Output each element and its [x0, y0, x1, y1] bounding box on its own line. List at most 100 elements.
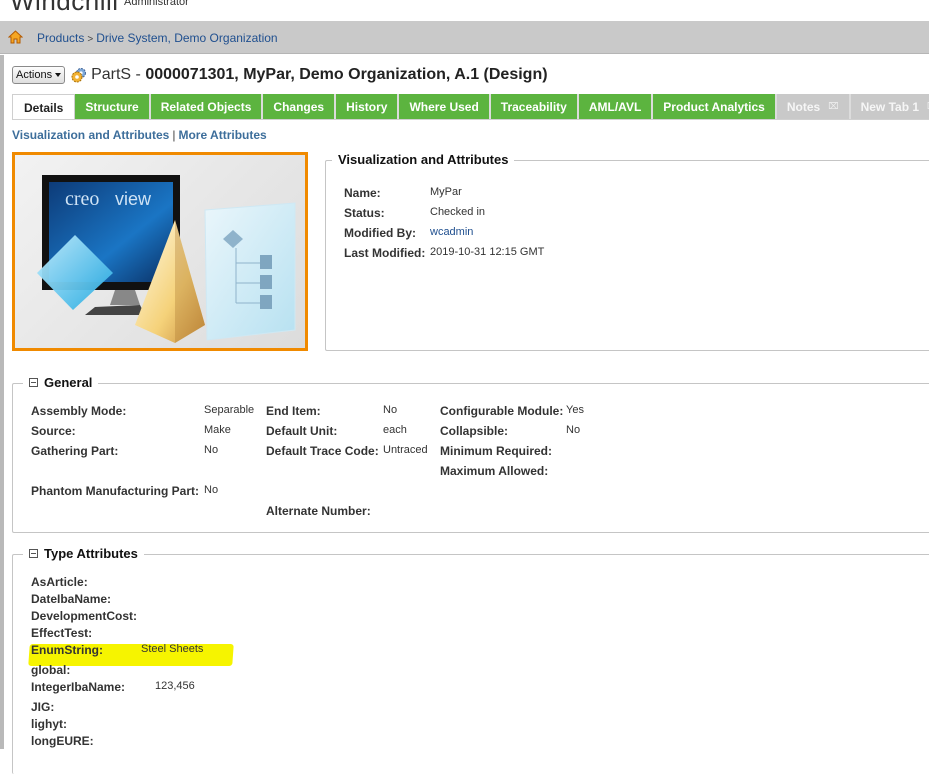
field-label: JIG:: [31, 700, 55, 714]
actions-menu-button[interactable]: Actions: [12, 66, 66, 84]
field-value: Make: [204, 424, 231, 436]
tab-label: Details: [24, 100, 64, 115]
page-title-row: Actions PartS - 0000071301, MyPar, Demo …: [12, 65, 548, 85]
field-label: Collapsible:: [440, 424, 509, 438]
caret-down-icon: [55, 73, 62, 77]
field-label: longEURE:: [31, 734, 94, 748]
field-value: No: [383, 404, 398, 416]
tab-label: Where Used: [409, 99, 479, 114]
tab-label: History: [346, 99, 388, 114]
field-value: No: [566, 424, 581, 436]
field-label: Last Modified:: [344, 246, 426, 260]
breadcrumb-separator: >: [87, 34, 94, 45]
close-tab-icon[interactable]: ⌧: [828, 101, 838, 112]
tab-notes[interactable]: Notes ⌧: [776, 94, 851, 119]
collapse-icon[interactable]: [29, 549, 38, 558]
tab-label: New Tab 1: [860, 99, 920, 114]
object-type: PartS: [91, 66, 132, 83]
tab-where-used[interactable]: Where Used: [399, 94, 491, 119]
tab-label: AML/AVL: [588, 99, 642, 114]
field-label: Source:: [31, 424, 76, 438]
field-value-last-modified: 2019-10-31 12:15 GMT: [430, 246, 545, 258]
field-value: 123,456: [155, 680, 195, 692]
field-label: Alternate Number:: [266, 504, 371, 518]
field-label: global:: [31, 663, 71, 677]
field-value-name: MyPar: [430, 186, 462, 198]
field-value: each: [383, 424, 407, 436]
tab-divider: [12, 119, 929, 120]
field-label: Phantom Manufacturing Part:: [31, 484, 200, 498]
tab-new-tab-1[interactable]: New Tab 1⌧: [850, 94, 929, 119]
field-label: Minimum Required:: [440, 444, 553, 458]
panel-legend-text: Type Attributes: [44, 546, 138, 561]
tab-label: Traceability: [500, 99, 567, 114]
link-visualization-and-attributes[interactable]: Visualization and Attributes: [12, 128, 169, 142]
tab-product-analytics[interactable]: Product Analytics: [653, 94, 777, 119]
panel-legend: Type Attributes: [23, 546, 144, 561]
app-brand: Windchill: [10, 0, 119, 16]
field-value: Separable: [204, 404, 255, 416]
field-value: Yes: [566, 404, 584, 416]
top-bar: Windchill Administrator: [0, 0, 929, 21]
tab-label: Notes: [786, 99, 821, 114]
collapse-icon[interactable]: [29, 378, 38, 387]
field-label: lighyt:: [31, 717, 67, 731]
field-label-highlighted: EnumString:: [31, 643, 103, 657]
svg-text:view: view: [115, 189, 152, 209]
field-label: Configurable Module:: [440, 404, 564, 418]
visualization-thumbnail[interactable]: creo view: [12, 152, 308, 351]
field-value-highlighted: Steel Sheets: [141, 643, 204, 655]
tab-history[interactable]: History: [336, 94, 400, 119]
breadcrumb-products[interactable]: Products: [37, 31, 84, 45]
field-value: Untraced: [383, 444, 428, 456]
field-label: Maximum Allowed:: [440, 464, 549, 478]
details-page: Actions PartS - 0000071301, MyPar, Demo …: [0, 55, 929, 774]
field-value: No: [204, 484, 219, 496]
field-label: End Item:: [266, 404, 321, 418]
field-label: AsArticle:: [31, 575, 88, 589]
creo-view-logo-text: creo: [65, 188, 99, 210]
field-label: DateIbaName:: [31, 592, 112, 606]
tab-bar: Details Structure Related Objects Change…: [12, 94, 929, 120]
tab-changes[interactable]: Changes: [263, 94, 337, 119]
user-role: Administrator: [124, 0, 189, 8]
field-label: DevelopmentCost:: [31, 609, 138, 623]
general-panel: General Assembly Mode: Separable Source:…: [12, 375, 929, 533]
breadcrumb-bar: Products > Drive System, Demo Organization: [0, 21, 929, 54]
type-attributes-panel: Type Attributes AsArticle: DateIbaName: …: [12, 546, 929, 774]
field-label: IntegerIbaName:: [31, 680, 126, 694]
field-value: No: [204, 444, 219, 456]
field-label: Modified By:: [344, 226, 416, 240]
creo-view-illustration: creo view: [37, 175, 296, 343]
subnav: Visualization and Attributes | More Attrib…: [12, 128, 267, 142]
tab-related-objects[interactable]: Related Objects: [150, 94, 264, 119]
field-label: Name:: [344, 186, 381, 200]
tab-label: Structure: [85, 99, 139, 114]
field-value-status: Checked in: [430, 206, 486, 218]
breadcrumb: Products > Drive System, Demo Organization: [37, 31, 278, 45]
field-label: EffectTest:: [31, 626, 93, 640]
field-label: Assembly Mode:: [31, 404, 127, 418]
field-value-modified-by-link[interactable]: wcadmin: [430, 226, 473, 238]
tab-aml-avl[interactable]: AML/AVL: [578, 94, 654, 119]
home-icon[interactable]: [8, 30, 23, 44]
tab-label: Changes: [273, 99, 325, 114]
panel-legend: General: [23, 375, 99, 390]
field-label: Default Trace Code:: [266, 444, 379, 458]
breadcrumb-drive-system[interactable]: Drive System, Demo Organization: [96, 31, 277, 45]
panel-legend-text: General: [44, 375, 93, 390]
panel-legend: Visualization and Attributes: [332, 152, 515, 167]
field-label: Status:: [344, 206, 385, 220]
field-label: Default Unit:: [266, 424, 338, 438]
gear-icon: [71, 68, 87, 83]
visualization-attributes-panel: Visualization and Attributes Name: MyPar…: [325, 152, 929, 351]
field-label: Gathering Part:: [31, 444, 119, 458]
tab-label: Product Analytics: [663, 99, 765, 114]
tab-label: Related Objects: [160, 99, 252, 114]
link-more-attributes[interactable]: More Attributes: [178, 128, 266, 142]
subnav-divider: |: [172, 128, 176, 142]
tab-structure[interactable]: Structure: [75, 94, 151, 119]
tab-details[interactable]: Details: [12, 94, 76, 120]
tab-traceability[interactable]: Traceability: [490, 94, 579, 119]
title-dash: -: [131, 66, 146, 83]
